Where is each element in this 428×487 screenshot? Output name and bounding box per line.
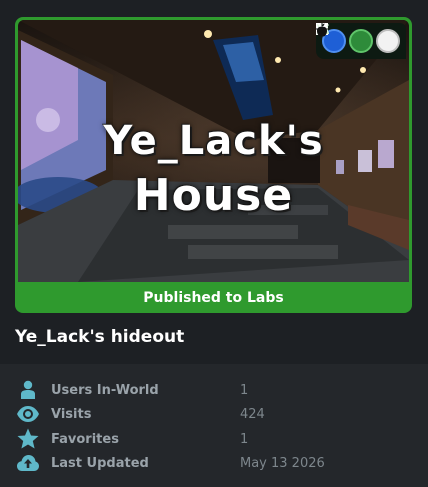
star-icon bbox=[17, 428, 39, 449]
stat-label: Users In-World bbox=[51, 382, 159, 398]
world-thumbnail-frame[interactable]: Ye_Lack's House Published to Labs bbox=[15, 17, 412, 313]
world-thumbnail-image: Ye_Lack's House bbox=[18, 20, 409, 282]
world-card[interactable]: Ye_Lack's House Published to Labs Ye_Lac… bbox=[0, 0, 428, 487]
stat-row-visits: Visits 424 bbox=[0, 402, 428, 426]
user-icon bbox=[21, 380, 35, 399]
thumbnail-title-line2: House bbox=[133, 170, 294, 221]
stat-label: Visits bbox=[51, 406, 92, 422]
thumbnail-title-line1: Ye_Lack's bbox=[103, 118, 324, 164]
eye-icon bbox=[17, 406, 39, 422]
android-icon bbox=[317, 24, 373, 53]
stat-row-updated: Last Updated May 13 2026 bbox=[0, 451, 428, 475]
world-stats: Users In-World 1 Visits 424 Favorites 1 bbox=[0, 364, 428, 487]
stat-value: 424 bbox=[240, 406, 265, 422]
stat-row-users: Users In-World 1 bbox=[0, 378, 428, 402]
stat-value: May 13 2026 bbox=[240, 455, 325, 471]
world-name[interactable]: Ye_Lack's hideout bbox=[15, 327, 184, 347]
apple-icon bbox=[317, 23, 401, 53]
stat-label: Last Updated bbox=[51, 455, 149, 471]
stat-value: 1 bbox=[240, 431, 249, 447]
platform-badges bbox=[316, 23, 406, 59]
stat-row-favorites: Favorites 1 bbox=[0, 427, 428, 451]
stat-value: 1 bbox=[240, 382, 249, 398]
cloud-upload-icon bbox=[17, 455, 39, 471]
stat-label: Favorites bbox=[51, 431, 119, 447]
status-banner: Published to Labs bbox=[143, 289, 284, 306]
